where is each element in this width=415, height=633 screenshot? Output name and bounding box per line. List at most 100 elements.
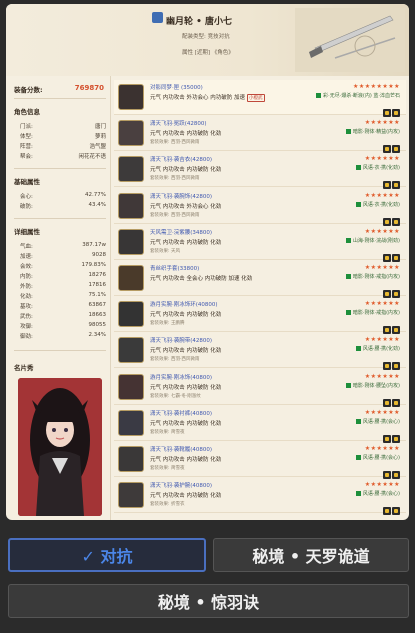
equipment-icon — [118, 228, 144, 255]
refine-stars: ★★★★★★ — [364, 227, 400, 235]
set-effect: 套装效果: 简雪夜 — [150, 429, 185, 435]
equipment-list: 对影同梦·匣 (35000) 元气 内功攻击 外功会心 内功破防 加速 小橙武 ★★★… — [114, 80, 406, 520]
equipment-name: 潇天飞羽·冕跃(42800) — [150, 121, 207, 128]
gem-slots — [382, 138, 400, 154]
enchant-icon — [355, 455, 361, 460]
character-portrait — [18, 378, 102, 516]
equipment-name: 潇天飞羽·袭腕饰(42800) — [150, 193, 213, 200]
equipment-name: 青丝织手套(33800) — [150, 266, 200, 272]
equipment-row[interactable]: 潇天飞羽·袭护腕(40800) 元气 内功攻击 内功破防 化劲 套装效果: 折雪衣 ★… — [114, 478, 406, 516]
refine-stars: ★★★★★★ — [364, 408, 400, 416]
equipment-icon — [118, 446, 144, 472]
enchant-icon — [355, 165, 361, 171]
enchant-tag: 暗影·刚体·精益(内攻) — [345, 128, 400, 135]
equipment-stats: 元气 内功攻击 外功会心 内功破防 加速 小橙武 — [150, 94, 265, 102]
gem-slots — [382, 319, 400, 335]
tab-dungeon-jingyu[interactable]: 秘境 • 惊羽诀 — [8, 584, 409, 618]
refine-stars: ★★★★★★ — [364, 481, 400, 489]
column-divider — [110, 76, 111, 520]
equipment-row[interactable]: 潇天飞羽·袭靴履(40800) 元气 内功攻击 内功破防 化劲 套装效果: 简雪夜 ★… — [114, 442, 406, 479]
equipment-stats: 元气 内功攻击 内功破防 化劲 — [150, 420, 222, 427]
equipment-row[interactable]: 潇天飞羽·冕跃(42800) 元气 内功攻击 内功破防 化劲 套装效果: 西羽·西风… — [114, 116, 406, 154]
equipment-icon — [118, 120, 144, 147]
equipment-row[interactable]: 天风需卫·浣紫腰(34800) 元气 内功攻击 内功破防 化劲 套装效果: 天风 ★★… — [114, 225, 406, 262]
set-effect: 套装效果: 天风 — [150, 248, 180, 254]
equipment-row[interactable]: 游月实腕·刚冰饰(40800) 元气 内功攻击 内功破防 化劲 套装效果: 七霸·冬… — [114, 370, 406, 407]
set-effect: 套装效果: 西羽·西风微雨 — [150, 357, 200, 363]
set-effect: 套装效果: 七霸·冬·刚涨纹 — [150, 393, 201, 399]
equipment-stats: 元气 内功攻击 内功破防 化劲 — [150, 312, 222, 319]
equipment-stats: 元气 内功攻击 内功破防 化劲 — [150, 131, 222, 138]
portrait-title: 名片秀 — [14, 364, 34, 372]
equipment-panel: 幽月轮 • 唐小七 配装类型: 竞技对抗 属性 [近期] 《角色》 装备分数: … — [6, 4, 409, 520]
character-header: 幽月轮 • 唐小七 配装类型: 竞技对抗 属性 [近期] 《角色》 — [6, 4, 409, 76]
equipment-icon — [118, 84, 144, 110]
equipment-name: 天风需卫·浣紫腰(34800) — [150, 229, 213, 236]
equipment-stats: 元气 内功攻击 内功破防 化劲 — [150, 384, 222, 391]
enchant-icon — [355, 418, 361, 424]
equipment-stats: 元气 内功攻击 内功破防 化劲 — [150, 167, 222, 174]
equipment-row[interactable]: 潇天飞羽·袭吉衣(42800) 元气 内功攻击 内功破防 化劲 套装效果: 西羽·西… — [114, 152, 406, 190]
gem-slots — [382, 174, 400, 190]
enchant-tag: 风语·衣·携(化劲) — [355, 164, 400, 171]
set-effect: 套装效果: 西羽·西风微雨 — [150, 140, 200, 146]
refine-stars: ★★★★★★ — [364, 155, 400, 163]
refine-stars: ★★★★★★ — [364, 445, 400, 452]
equipment-name: 游月实腕·刚冰饰(40800) — [150, 374, 213, 381]
enchant-tag: 风语·腰·携(会心) — [355, 418, 400, 425]
refine-stars: ★★★★★★ — [364, 119, 400, 127]
attribute-column: 装备分数: 769870 角色信息 门派: 唐门 体型: 萝莉 阵营: 浩气盟 帮会:… — [6, 76, 110, 520]
refine-stars: ★★★★★★ — [364, 191, 400, 199]
refine-stars: ★★★★★★★★ — [352, 83, 400, 90]
role-info-title: 角色信息 — [14, 108, 40, 116]
enchant-icon — [345, 274, 351, 279]
equipment-row[interactable]: 潇天飞羽·袭衬裤(40800) 元气 内功攻击 内功破防 化劲 套装效果: 简雪夜 ★… — [114, 406, 406, 443]
detail-attr-title: 详细属性 — [14, 228, 40, 236]
refine-stars: ★★★★★★ — [364, 264, 400, 271]
equipment-icon — [118, 192, 144, 219]
gem-slots — [382, 211, 400, 226]
set-effect: 套装效果: 折雪衣 — [150, 502, 185, 508]
tab-duel[interactable]: ✓ 对抗 — [8, 538, 206, 572]
equipment-icon — [118, 482, 144, 509]
gem-slots — [382, 500, 400, 516]
set-effect: 套装效果: 西羽·西风微雨 — [150, 176, 200, 182]
divider — [14, 350, 106, 351]
enchant-tag: 彩·无尽·爆杀·断浪(内) 蓝·淬血芒石 — [316, 92, 400, 99]
tab-dungeon-tianluo[interactable]: 秘境 • 天罗诡道 — [213, 538, 409, 572]
equipment-name: 潇天飞羽·袭衬裤(40800) — [150, 410, 213, 417]
equipment-row[interactable]: 游月实腕·刚冰饰环(40800) 元气 内功攻击 内功破防 化劲 套装效果: 王鹏腾… — [114, 297, 406, 335]
equipment-icon — [118, 156, 144, 183]
equipment-row[interactable]: 对影同梦·匣 (35000) 元气 内功攻击 外功会心 内功破防 加速 小橙武 ★★★… — [114, 80, 406, 117]
equipment-icon — [118, 301, 144, 328]
character-avatar-icon — [18, 378, 102, 516]
enchant-icon — [345, 237, 351, 243]
equipment-name: 对影同梦·匣 (35000) — [150, 85, 203, 91]
equipment-name: 潇天飞羽·袭护腕(40800) — [150, 483, 213, 490]
score-value: 769870 — [74, 84, 104, 92]
enchant-icon — [355, 201, 361, 207]
equipment-stats: 元气 内功攻击 内功破防 化劲 — [150, 348, 222, 355]
set-effect: 套装效果: 简雪夜 — [150, 466, 185, 471]
class-icon — [152, 12, 163, 23]
gem-slots — [382, 355, 400, 371]
equipment-stats: 元气 内功攻击 外功会心 化劲 — [150, 203, 222, 210]
gem-slots — [382, 283, 400, 298]
enchant-tag: 暗影·刚体·戒指(内攻) — [345, 309, 400, 316]
equipment-row[interactable]: 青丝织手套(33800) 元气 内功攻击 全会心 内功破防 加速 化劲 ★★★★★★… — [114, 261, 406, 298]
gem-slots — [382, 247, 400, 262]
enchant-icon — [345, 382, 351, 388]
equipment-row[interactable]: 潇天飞羽·袭腕饰(42800) 元气 内功攻击 外功会心 化劲 套装效果: 西羽·西… — [114, 189, 406, 226]
enchant-tag: 暗影·刚体·腰坠(内攻) — [345, 382, 400, 389]
set-effect: 套装效果: 王鹏腾 — [150, 321, 185, 327]
equipment-icon — [118, 265, 144, 291]
enchant-tag: 山海·刚体·浣战(刚劲) — [345, 237, 400, 244]
enchant-tag: 风语·腰·携(化劲) — [355, 345, 400, 352]
enchant-tag: 暗影·刚体·戒指(内攻) — [345, 273, 400, 280]
equipment-row[interactable]: 潇天飞羽·袭腕带(42800) 元气 内功攻击 内功破防 化劲 套装效果: 西羽·西… — [114, 333, 406, 371]
enchant-icon — [316, 93, 322, 98]
weapon-art-icon — [295, 8, 405, 72]
attribute-line: 属性 [近期] 《角色》 — [182, 50, 234, 56]
set-effect: 套装效果: 西羽·西风微雨 — [150, 212, 200, 218]
enchant-tag: 风语·腰·携(会心) — [355, 454, 400, 461]
